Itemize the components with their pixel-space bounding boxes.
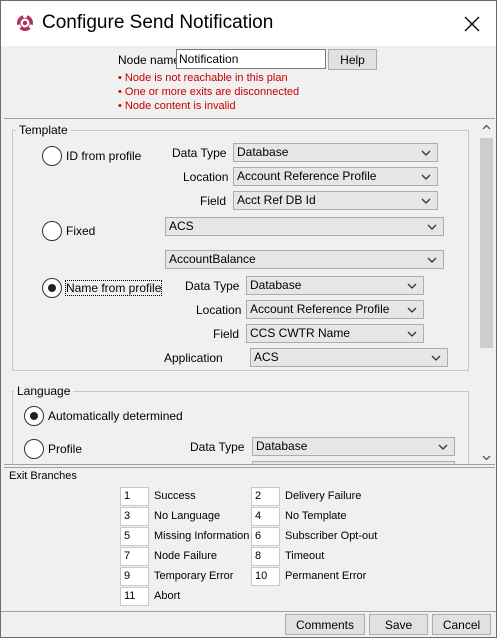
profile-language-radio[interactable]	[24, 439, 44, 459]
template-group-title: Template	[16, 123, 71, 137]
exit-number-box: 3	[120, 507, 149, 526]
chevron-down-icon	[431, 355, 441, 361]
name-data-type-select[interactable]: Database	[246, 276, 424, 295]
exit-branch-label: Delivery Failure	[285, 490, 362, 502]
node-name-label: Node name	[118, 53, 181, 67]
language-group-title: Language	[14, 384, 74, 398]
exit-branch-label: Node Failure	[154, 550, 217, 562]
chevron-down-icon	[421, 198, 431, 204]
exit-branch-label: Timeout	[285, 550, 325, 562]
exit-number-box: 9	[120, 567, 149, 586]
vertical-scrollbar[interactable]	[478, 120, 495, 464]
exit-number-box: 6	[251, 527, 280, 546]
cancel-button[interactable]: Cancel	[432, 614, 491, 635]
help-button[interactable]: Help	[328, 49, 377, 70]
fixed-application-select[interactable]: ACS	[165, 217, 444, 236]
name-from-profile-label: Name from profile	[64, 280, 163, 296]
location-label: Location	[196, 303, 242, 317]
exit-branch-label: Subscriber Opt-out	[285, 530, 378, 542]
error-message: • Node content is invalid	[118, 100, 236, 112]
application-label: Application	[164, 351, 223, 365]
auto-language-radio[interactable]	[24, 406, 44, 426]
close-icon	[464, 16, 480, 31]
chevron-down-icon	[407, 307, 417, 313]
id-data-type-select[interactable]: Database	[233, 143, 438, 162]
scrollbar-thumb[interactable]	[480, 138, 493, 348]
fixed-label: Fixed	[66, 224, 96, 238]
chevron-down-icon	[421, 150, 431, 156]
chevron-down-icon	[438, 444, 448, 450]
id-from-profile-label: ID from profile	[66, 149, 142, 163]
exit-branch-label: No Template	[285, 510, 347, 522]
data-type-label: Data Type	[185, 279, 240, 293]
scroll-down-icon[interactable]	[482, 454, 491, 461]
exit-branch-label: No Language	[154, 510, 221, 522]
save-button[interactable]: Save	[369, 614, 428, 635]
id-location-select[interactable]: Account Reference Profile	[233, 167, 438, 186]
close-button[interactable]	[449, 1, 495, 46]
exit-number-box: 8	[251, 547, 280, 566]
name-location-select[interactable]: Account Reference Profile	[246, 300, 424, 319]
title-bar: Configure Send Notification	[1, 1, 496, 46]
exit-number-box: 10	[251, 567, 280, 586]
exit-branch-label: Abort	[154, 590, 181, 602]
exit-number-box: 4	[251, 507, 280, 526]
fixed-template-select[interactable]: AccountBalance	[165, 250, 444, 269]
chevron-down-icon	[421, 174, 431, 180]
exit-number-box: 11	[120, 587, 149, 606]
exit-branches-title: Exit Branches	[9, 470, 77, 482]
exit-branch-label: Missing Information	[154, 530, 250, 542]
id-from-profile-radio[interactable]	[42, 146, 62, 166]
app-logo-icon	[17, 14, 33, 31]
exit-branch-label: Permanent Error	[285, 570, 367, 582]
exit-number-box: 7	[120, 547, 149, 566]
error-message: • Node is not reachable in this plan	[118, 72, 288, 84]
data-type-label: Data Type	[172, 146, 227, 160]
data-type-label: Data Type	[190, 440, 245, 454]
name-field-select[interactable]: CCS CWTR Name	[246, 324, 424, 343]
auto-language-label: Automatically determined	[48, 409, 183, 423]
language-location-select[interactable]	[252, 461, 455, 464]
exit-number-box: 5	[120, 527, 149, 546]
error-message: • One or more exits are disconnected	[118, 86, 300, 98]
chevron-down-icon	[407, 283, 417, 289]
node-name-input[interactable]: Notification	[176, 49, 326, 69]
footer: Comments Save Cancel	[1, 611, 496, 637]
name-from-profile-radio[interactable]	[42, 278, 62, 298]
chevron-down-icon	[427, 257, 437, 263]
dialog-window: Configure Send Notification Node name No…	[0, 0, 497, 638]
exit-branch-label: Temporary Error	[154, 570, 234, 582]
exit-number-box: 2	[251, 487, 280, 506]
profile-language-label: Profile	[48, 442, 83, 456]
field-label: Field	[213, 327, 240, 341]
chevron-down-icon	[407, 331, 417, 337]
id-field-select[interactable]: Acct Ref DB Id	[233, 191, 438, 210]
dialog-title: Configure Send Notification	[42, 12, 274, 33]
comments-button[interactable]: Comments	[285, 614, 365, 635]
fixed-radio[interactable]	[42, 221, 62, 241]
header-panel: Node name Notification Help • Node is no…	[4, 46, 495, 116]
field-label: Field	[200, 194, 227, 208]
exit-number-box: 1	[120, 487, 149, 506]
scroll-pane[interactable]: Template ID from profile Data Type Datab…	[4, 118, 495, 465]
scroll-up-icon[interactable]	[482, 124, 491, 131]
name-application-select[interactable]: ACS	[250, 348, 448, 367]
exit-branch-label: Success	[154, 490, 196, 502]
location-label: Location	[183, 170, 229, 184]
chevron-down-icon	[427, 224, 437, 230]
exit-branches-panel: Exit Branches 1 Success 3 No Language 5 Missi…	[4, 467, 495, 610]
language-data-type-select[interactable]: Database	[252, 437, 455, 456]
